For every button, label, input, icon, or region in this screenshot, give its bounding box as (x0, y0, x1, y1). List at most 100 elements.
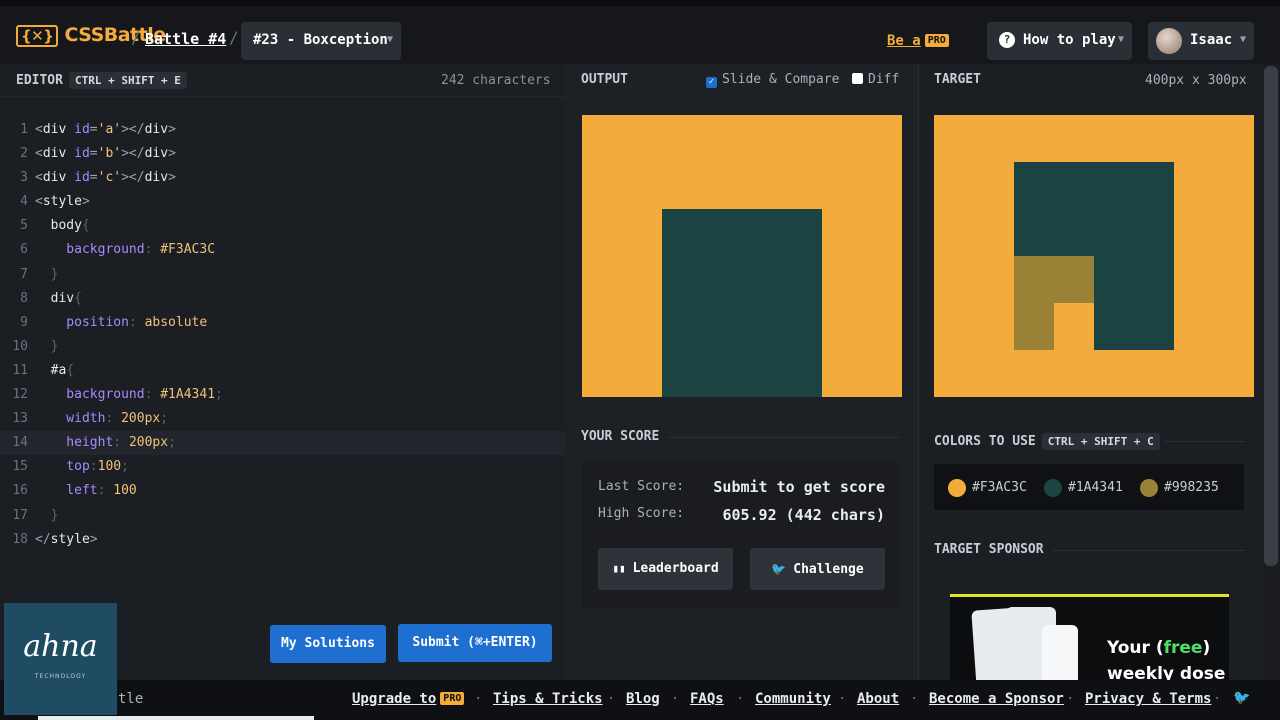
color-hex-label[interactable]: #998235 (1164, 480, 1219, 495)
footer-left-text: tle (118, 691, 144, 707)
colors-shortcut: CTRL + SHIFT + C (1041, 433, 1160, 450)
be-a-pro-link[interactable]: Be a PRO (887, 33, 949, 49)
line-number: 1 (20, 122, 28, 137)
code-token: > (168, 170, 176, 186)
code-text: div{ (35, 287, 82, 311)
target-canvas[interactable] (934, 115, 1254, 397)
separator-dot: · (607, 691, 616, 707)
code-token: body (35, 218, 82, 234)
challenge-button[interactable]: 🐦 Challenge (750, 548, 885, 590)
code-line[interactable]: 8 div{ (0, 287, 565, 311)
sponsor-banner[interactable]: Your (free) weekly dose (950, 594, 1229, 680)
checkbox-unchecked-icon[interactable] (852, 73, 863, 84)
become-sponsor-link[interactable]: Become a Sponsor (929, 691, 1064, 707)
code-line[interactable]: 17 } (0, 504, 565, 528)
color-swatch-icon[interactable] (1044, 479, 1062, 497)
faqs-link[interactable]: FAQs (690, 691, 724, 707)
upgrade-link[interactable]: Upgrade to PRO (352, 691, 465, 707)
editor-header: EDITOR CTRL + SHIFT + E (16, 72, 187, 104)
avatar (1156, 28, 1182, 54)
code-token: </ (35, 531, 51, 547)
target-size: 400px x 300px (1145, 73, 1247, 88)
code-text: <div id='c'></div> (35, 166, 176, 190)
my-solutions-button[interactable]: My Solutions (270, 625, 386, 663)
checkbox-checked-icon[interactable]: ✓ (706, 77, 717, 88)
blog-link[interactable]: Blog (626, 691, 660, 707)
code-line[interactable]: 11 #a{ (0, 359, 565, 383)
code-text: #a{ (35, 359, 75, 383)
sponsor-line2: weekly dose (1107, 664, 1226, 680)
output-canvas[interactable] (582, 115, 902, 397)
watermark-sub: TECHNOLOGY (34, 673, 87, 680)
code-token: height (35, 435, 114, 451)
privacy-link[interactable]: Privacy & Terms (1085, 691, 1211, 707)
code-line[interactable]: 7 } (0, 263, 565, 287)
code-token: top (35, 459, 90, 475)
slide-compare-label: Slide & Compare (722, 72, 840, 87)
code-token: background (35, 242, 145, 258)
last-score-value: Submit to get score (713, 478, 885, 496)
about-link[interactable]: About (857, 691, 899, 707)
colors-header: COLORS TO USE CTRL + SHIFT + C (934, 433, 1160, 465)
code-line[interactable]: 12 background: #1A4341; (0, 383, 565, 407)
code-line[interactable]: 9 position: absolute (0, 311, 565, 335)
watermark-name: ahna (23, 629, 98, 664)
line-number: 18 (12, 531, 28, 547)
editor-shortcut: CTRL + SHIFT + E (68, 72, 187, 89)
code-line[interactable]: 13 width: 200px; (0, 407, 565, 431)
code-token: #a (35, 362, 67, 378)
twitter-icon[interactable]: 🐦 (1233, 690, 1250, 706)
leaderboard-button[interactable]: ▮▮ Leaderboard (598, 548, 733, 590)
color-swatch-icon[interactable] (1140, 479, 1158, 497)
code-token: #F3AC3C (160, 242, 216, 258)
submit-button[interactable]: Submit (⌘+ENTER) (398, 624, 552, 662)
code-line[interactable]: 14 height: 200px; (0, 431, 565, 456)
pro-badge: PRO (440, 692, 465, 705)
color-hex-label[interactable]: #F3AC3C (972, 480, 1027, 495)
color-swatch-icon[interactable] (948, 479, 966, 497)
code-token: { (74, 290, 82, 306)
diff-toggle[interactable]: Diff (852, 72, 899, 87)
code-token: div (35, 290, 75, 306)
how-to-play-button[interactable]: ? How to play ▼ (987, 22, 1132, 60)
code-line[interactable]: 10 } (0, 335, 565, 359)
how-to-play-label: How to play (1023, 32, 1116, 48)
code-line[interactable]: 15 top:100; (0, 455, 565, 479)
code-token: 'a' (97, 122, 122, 137)
code-token: width (35, 411, 106, 427)
tips-link[interactable]: Tips & Tricks (493, 691, 603, 707)
code-line[interactable]: 4 <style> (0, 190, 565, 214)
code-token: : (144, 242, 161, 258)
user-menu[interactable]: Isaac ▼ (1148, 22, 1254, 60)
code-text: <div id='b'></div> (35, 142, 176, 166)
code-line[interactable]: 3 <div id='c'></div> (0, 166, 565, 190)
color-hex-label[interactable]: #1A4341 (1068, 480, 1123, 495)
code-token: id (74, 146, 90, 162)
separator-dot: · (1066, 691, 1075, 707)
slide-compare-toggle[interactable]: ✓ Slide & Compare (706, 72, 839, 88)
target-square-c (1054, 303, 1094, 350)
code-line[interactable]: 18 </style> (0, 528, 565, 552)
code-line[interactable]: 6 background: #F3AC3C (0, 238, 565, 262)
code-line[interactable]: 5 body{ (0, 214, 565, 238)
code-line[interactable]: 1 <div id='a'></div> (0, 118, 565, 142)
divider (668, 437, 900, 438)
community-link[interactable]: Community (755, 691, 831, 707)
scrollbar-thumb[interactable] (1264, 66, 1278, 566)
code-token: 100 (113, 483, 137, 499)
code-token: ; (215, 387, 223, 403)
divider (1052, 550, 1245, 551)
code-editor[interactable]: 1 <div id='a'></div> 2 <div id='b'></div> 3 <… (0, 118, 565, 552)
code-token: absolute (144, 314, 208, 330)
code-line[interactable]: 2 <div id='b'></div> (0, 142, 565, 166)
code-token: { (81, 218, 90, 234)
code-token: ; (121, 459, 129, 475)
cssbattle-logo[interactable]: {✕} CSSBattle (16, 24, 166, 47)
separator-dot: · (671, 691, 680, 707)
code-token: { (66, 362, 75, 378)
battle-link[interactable]: Battle #4 (145, 30, 226, 48)
video-progress-bar[interactable] (38, 716, 314, 720)
level-select[interactable]: #23 - Boxception ▼ (241, 22, 401, 60)
code-text: <style> (35, 190, 90, 214)
code-line[interactable]: 16 left: 100 (0, 479, 565, 503)
